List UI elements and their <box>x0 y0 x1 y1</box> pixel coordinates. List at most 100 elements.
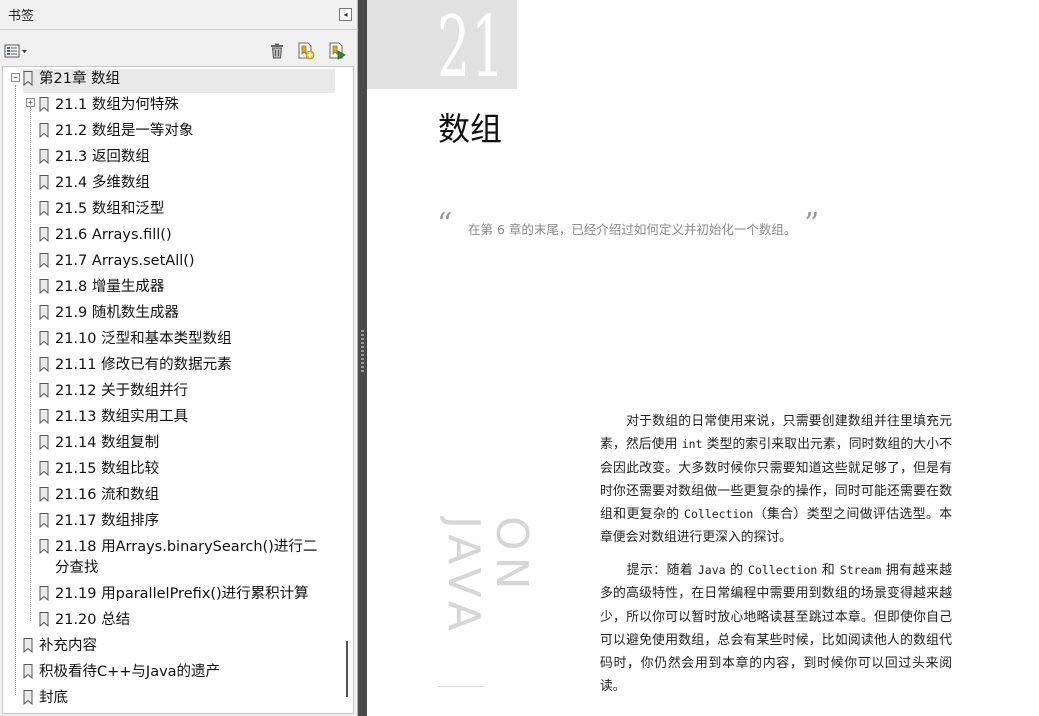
splitter-grip[interactable] <box>361 330 364 374</box>
bookmark-item[interactable]: 21.9 随机数生成器 <box>39 303 179 327</box>
bookmarks-tree: − 第21章 数组 + 21.1 数组为何特殊 21.2 数组是一等对象 21.… <box>2 66 354 714</box>
bookmark-item[interactable]: 封底 <box>23 688 68 712</box>
epigraph-text: 在第 6 章的末尾，已经介绍过如何定义并初始化一个数组。 <box>468 222 797 237</box>
bookmark-item[interactable]: 21.7 Arrays.setAll() <box>39 251 195 275</box>
bookmark-label: 21.19 用parallelPrefix()进行累积计算 <box>55 586 309 602</box>
collapse-node-toggle[interactable]: − <box>11 73 20 82</box>
bookmark-label: 封底 <box>39 690 68 706</box>
tip-label: 提示： <box>626 563 667 578</box>
bookmark-item[interactable]: 21.1 数组为何特殊 <box>39 95 179 119</box>
bookmark-item[interactable]: 21.11 修改已有的数据元素 <box>39 355 232 379</box>
bookmarks-title: 书签 <box>8 9 35 24</box>
inline-code: Stream <box>839 563 882 577</box>
bookmark-label: 21.7 Arrays.setAll() <box>55 253 195 269</box>
bookmark-icon <box>39 305 49 320</box>
bookmark-item[interactable]: 21.16 流和数组 <box>39 485 159 509</box>
bookmark-label: 补充内容 <box>39 638 97 654</box>
trash-icon <box>271 43 283 59</box>
expand-bookmark-button[interactable] <box>327 42 347 60</box>
bookmark-label: 21.15 数组比较 <box>55 461 160 477</box>
bookmark-item[interactable]: 21.5 数组和泛型 <box>39 199 164 223</box>
bookmark-label: 21.2 数组是一等对象 <box>55 123 194 139</box>
chapter-title: 数组 <box>438 110 503 148</box>
bookmark-icon <box>39 539 49 554</box>
bookmark-item[interactable]: 21.15 数组比较 <box>39 459 159 483</box>
tip-paragraph: 提示：随着 Java 的 Collection 和 Stream 拥有越来越多的… <box>600 559 952 699</box>
bookmark-label: 21.9 随机数生成器 <box>55 305 179 321</box>
bookmark-item[interactable]: 积极看待C++与Java的遗产 <box>23 662 220 686</box>
bookmark-label: 21.5 数组和泛型 <box>55 201 165 217</box>
expand-node-toggle[interactable]: + <box>26 98 35 107</box>
inline-code: Java <box>697 563 726 577</box>
options-menu-icon <box>4 44 27 58</box>
bookmark-label: 积极看待C++与Java的遗产 <box>39 664 221 680</box>
bookmark-chapter-21[interactable]: 第21章 数组 <box>23 69 335 93</box>
bookmark-icon <box>39 97 49 112</box>
tree-scrollbar[interactable] <box>345 67 353 713</box>
bookmark-item[interactable]: 21.19 用parallelPrefix()进行累积计算 <box>39 584 309 608</box>
bookmark-item[interactable]: 21.4 多维数组 <box>39 173 150 197</box>
bookmark-label: 21.11 修改已有的数据元素 <box>55 357 232 373</box>
document-page: 21 数组 “ 在第 6 章的末尾，已经介绍过如何定义并初始化一个数组。 ” O… <box>367 0 1039 716</box>
panel-splitter[interactable] <box>358 0 367 716</box>
tree-connector <box>15 85 16 695</box>
bookmark-item[interactable]: 21.2 数组是一等对象 <box>39 121 193 145</box>
tree-connector <box>30 107 31 621</box>
bookmark-icon <box>39 612 49 627</box>
delete-bookmark-button[interactable] <box>268 42 286 60</box>
bookmark-label: 21.8 增量生成器 <box>55 279 165 295</box>
chapter-number: 21 <box>437 0 506 96</box>
bookmark-icon <box>23 664 33 679</box>
bookmark-label: 21.6 Arrays.fill() <box>55 227 172 243</box>
bookmark-item[interactable]: 21.10 泛型和基本类型数组 <box>39 329 232 353</box>
bookmark-item[interactable]: 补充内容 <box>23 636 97 660</box>
inline-code: int <box>681 437 703 452</box>
bookmark-item[interactable]: 21.20 总结 <box>39 610 130 634</box>
bookmark-item[interactable]: 21.6 Arrays.fill() <box>39 225 172 249</box>
bookmark-label: 21.4 多维数组 <box>55 175 150 191</box>
bookmark-item[interactable]: 21.18 用Arrays.binarySearch()进行二分查找 <box>39 537 335 583</box>
bookmark-label: 21.13 数组实用工具 <box>55 409 189 425</box>
new-bookmark-icon <box>298 42 315 60</box>
inline-code: Collection <box>684 507 754 522</box>
text-run: 的 <box>725 563 749 578</box>
bookmark-icon <box>39 357 49 372</box>
bookmark-label: 21.18 用Arrays.binarySearch()进行二分查找 <box>55 539 318 576</box>
bookmark-label: 21.14 数组复制 <box>55 435 160 451</box>
bookmark-icon <box>39 461 49 476</box>
body-paragraph: 对于数组的日常使用来说，只需要创建数组并往里填充元素，然后使用 int 类型的索… <box>600 410 952 550</box>
bookmark-item[interactable]: 21.13 数组实用工具 <box>39 407 188 431</box>
bookmark-label: 21.16 流和数组 <box>55 487 160 503</box>
bookmark-icon <box>39 487 49 502</box>
text-run: 和 <box>817 563 840 578</box>
bookmark-item[interactable]: 21.8 增量生成器 <box>39 277 164 301</box>
collapse-panel-button[interactable]: ◂ <box>339 8 352 21</box>
bookmark-label: 21.17 数组排序 <box>55 513 160 529</box>
expand-bookmark-icon <box>329 42 346 60</box>
close-quote-mark: ” <box>804 207 820 242</box>
bookmark-icon <box>39 383 49 398</box>
bookmark-item[interactable]: 21.14 数组复制 <box>39 433 159 457</box>
bookmark-label: 第21章 数组 <box>39 71 121 87</box>
bookmark-icon <box>39 279 49 294</box>
bookmark-icon <box>39 123 49 138</box>
bookmark-icon <box>39 227 49 242</box>
bookmark-label: 21.3 返回数组 <box>55 149 150 165</box>
options-menu-button[interactable] <box>4 42 30 60</box>
bookmarks-header: 书签 ◂ <box>0 0 358 30</box>
bookmark-icon <box>39 586 49 601</box>
bookmark-icon <box>39 253 49 268</box>
bookmarks-toolbar <box>0 38 358 64</box>
text-run: 随着 <box>666 563 698 578</box>
bookmark-icon <box>23 638 33 653</box>
watermark-underline <box>438 686 484 687</box>
bookmark-icon <box>39 201 49 216</box>
bookmark-item[interactable]: 21.17 数组排序 <box>39 511 159 535</box>
open-quote-mark: “ <box>437 207 453 242</box>
bookmark-item[interactable]: 21.3 返回数组 <box>39 147 150 171</box>
bookmark-icon <box>39 331 49 346</box>
new-bookmark-button[interactable] <box>296 42 316 60</box>
bookmarks-panel: 书签 ◂ − 第21章 数组 + 21.1 数组为何特殊 21.2 数组是一等对… <box>0 0 358 716</box>
bookmark-item[interactable]: 21.12 关于数组并行 <box>39 381 188 405</box>
scrollbar-thumb[interactable] <box>346 641 348 697</box>
